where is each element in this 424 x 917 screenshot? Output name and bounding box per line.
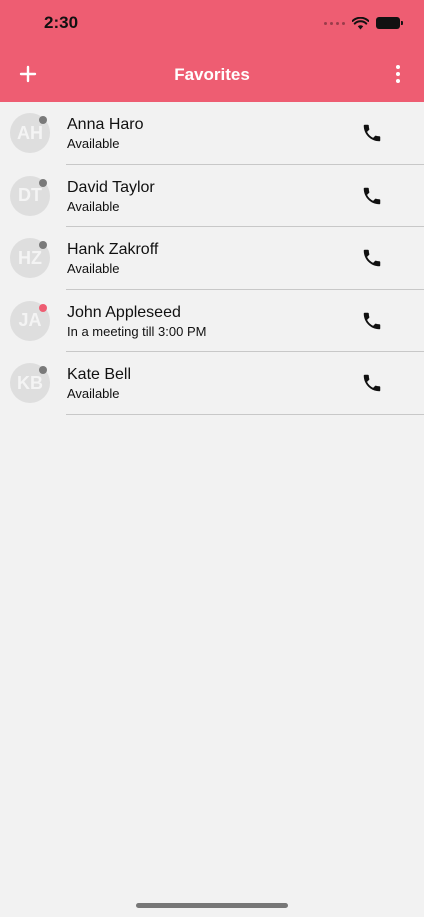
presence-indicator (39, 303, 47, 312)
favorites-list: AH Anna Haro Available DT David Taylor A… (0, 102, 424, 415)
presence-indicator (39, 116, 47, 124)
more-vertical-icon (396, 65, 400, 69)
header-bar: 2:30 Favorites (0, 0, 424, 102)
contact-status: Available (67, 136, 120, 151)
phone-icon (363, 374, 381, 392)
call-button[interactable] (361, 185, 383, 207)
presence-indicator (39, 178, 47, 187)
call-button[interactable] (361, 372, 383, 394)
contact-row[interactable]: JA John Appleseed In a meeting till 3:00… (0, 290, 424, 352)
favorites-screen: 2:30 Favorites AH Anna Haro Available DT… (0, 0, 424, 917)
phone-icon (363, 312, 381, 329)
call-button[interactable] (361, 310, 383, 332)
presence-indicator (39, 241, 47, 249)
wifi-icon (352, 16, 369, 29)
contact-status: Available (67, 261, 120, 276)
more-options-button[interactable] (394, 65, 402, 83)
cellular-signal-icon (324, 21, 345, 25)
contact-name: Anna Haro (67, 116, 144, 133)
contact-status: Available (67, 198, 120, 214)
call-button[interactable] (361, 122, 383, 144)
contact-status: In a meeting till 3:00 PM (67, 323, 207, 339)
home-indicator[interactable] (136, 903, 288, 908)
contact-row[interactable]: AH Anna Haro Available (0, 102, 424, 165)
phone-icon (363, 187, 381, 204)
contact-name: John Appleseed (67, 303, 181, 321)
phone-icon (363, 124, 381, 142)
contact-name: David Taylor (67, 178, 155, 196)
battery-icon (376, 17, 403, 29)
contact-row[interactable]: HZ Hank Zakroff Available (0, 227, 424, 290)
status-time: 2:30 (44, 13, 79, 32)
contact-name: Hank Zakroff (67, 241, 159, 258)
status-icons (324, 15, 403, 31)
row-divider (66, 413, 424, 415)
phone-icon (363, 249, 381, 267)
call-button[interactable] (361, 247, 383, 269)
contact-status: Available (67, 386, 120, 401)
contact-row[interactable]: KB Kate Bell Available (0, 352, 424, 415)
presence-indicator (39, 366, 47, 374)
contact-name: Kate Bell (67, 366, 132, 383)
contact-row[interactable]: DT David Taylor Available (0, 165, 424, 227)
page-title: Favorites (174, 65, 250, 84)
